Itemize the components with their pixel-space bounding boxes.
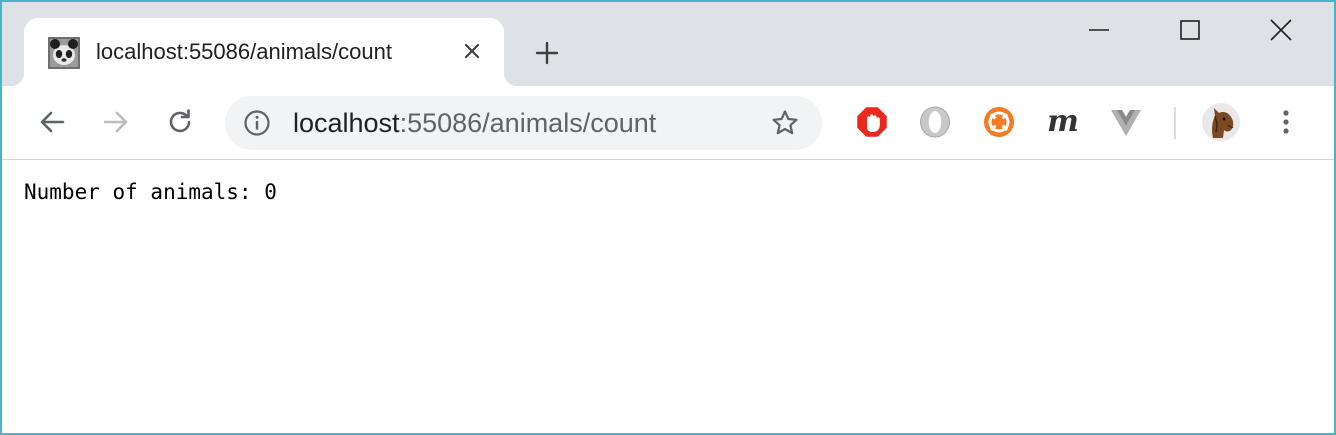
url-text: localhost:55086/animals/count (293, 109, 656, 137)
new-tab-icon[interactable] (529, 35, 565, 71)
forward-arrow-icon[interactable] (94, 100, 138, 144)
m-extension-icon[interactable]: m (1045, 104, 1081, 140)
maximize-icon[interactable] (1166, 10, 1214, 50)
browser-toolbar: localhost:55086/animals/count m (2, 86, 1334, 160)
toolbar-separator (1174, 107, 1176, 139)
opera-icon[interactable] (917, 104, 953, 140)
tab-strip: localhost:55086/animals/count (2, 2, 1334, 86)
browser-window: localhost:55086/animals/count localhost:… (2, 2, 1334, 433)
panda-icon (48, 37, 80, 69)
tab-active[interactable]: localhost:55086/animals/count (10, 18, 518, 86)
close-icon[interactable] (1257, 10, 1305, 50)
tab-title: localhost:55086/animals/count (96, 39, 392, 64)
lifebuoy-icon[interactable] (981, 104, 1017, 140)
tab-close-icon[interactable] (456, 35, 488, 67)
vue-devtools-icon[interactable] (1108, 104, 1144, 140)
avatar[interactable] (1201, 102, 1241, 142)
page-content: Number of animals: 0 (2, 160, 1334, 433)
kebab-menu-icon[interactable] (1268, 104, 1304, 140)
minimize-icon[interactable] (1075, 10, 1123, 50)
adblock-icon[interactable] (854, 104, 890, 140)
back-arrow-icon[interactable] (30, 100, 74, 144)
address-bar[interactable]: localhost:55086/animals/count (225, 96, 822, 150)
animal-count-text: Number of animals: 0 (24, 180, 277, 204)
url-path: :55086/animals/count (399, 108, 657, 138)
info-icon[interactable] (243, 109, 271, 137)
reload-icon[interactable] (158, 100, 202, 144)
url-host: localhost (293, 108, 400, 138)
bookmark-star-icon[interactable] (770, 108, 800, 138)
